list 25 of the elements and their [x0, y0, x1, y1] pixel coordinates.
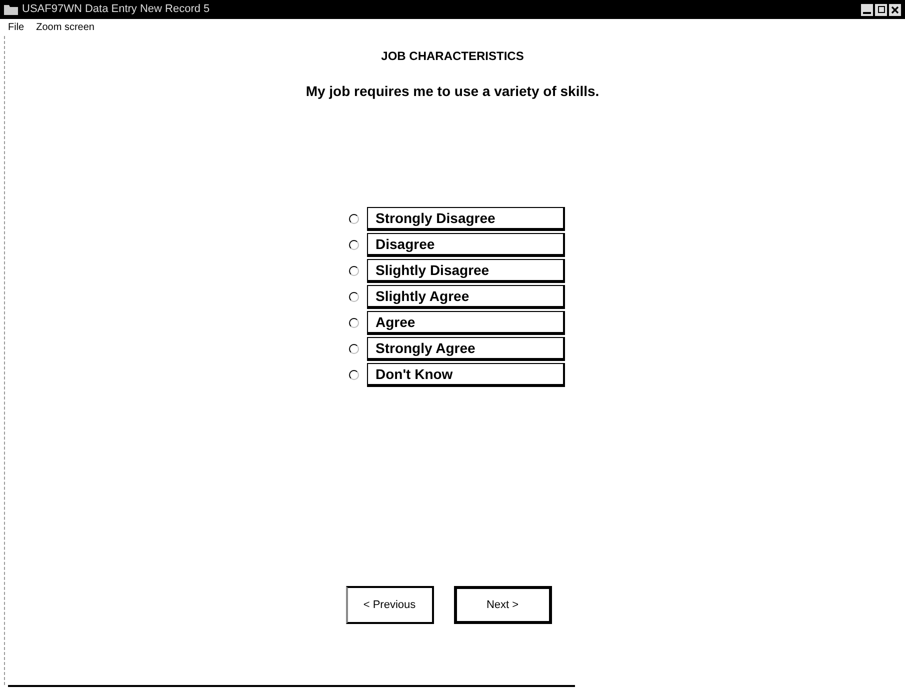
folder-icon [4, 4, 18, 15]
close-button[interactable] [889, 4, 901, 16]
menu-item[interactable]: File [8, 20, 24, 34]
nav-button[interactable]: < Previous [346, 586, 434, 624]
option-label[interactable]: Strongly Agree [366, 337, 564, 361]
nav-button[interactable]: Next > [454, 586, 552, 624]
page-heading: JOB CHARACTERISTICS [381, 48, 524, 65]
option-label[interactable]: Slightly Agree [366, 285, 564, 309]
question-text: My job requires me to use a variety of skills. [306, 82, 600, 101]
radio-button[interactable] [348, 292, 358, 302]
option-label[interactable]: Disagree [366, 233, 564, 257]
radio-button[interactable] [348, 266, 358, 276]
maximize-button[interactable] [875, 4, 887, 16]
option-label[interactable]: Agree [366, 311, 564, 335]
radio-button[interactable] [348, 318, 358, 328]
option-label[interactable]: Slightly Disagree [366, 259, 564, 283]
radio-button[interactable] [348, 240, 358, 250]
radio-button[interactable] [348, 214, 358, 224]
menu-item[interactable]: Zoom screen [36, 20, 94, 34]
option-label[interactable]: Don't Know [366, 363, 564, 387]
option-label[interactable]: Strongly Disagree [366, 207, 564, 231]
radio-button[interactable] [348, 370, 358, 380]
minimize-button[interactable] [861, 4, 873, 16]
window-title: USAF97WN Data Entry New Record 5 [22, 2, 211, 18]
radio-button[interactable] [348, 344, 358, 354]
